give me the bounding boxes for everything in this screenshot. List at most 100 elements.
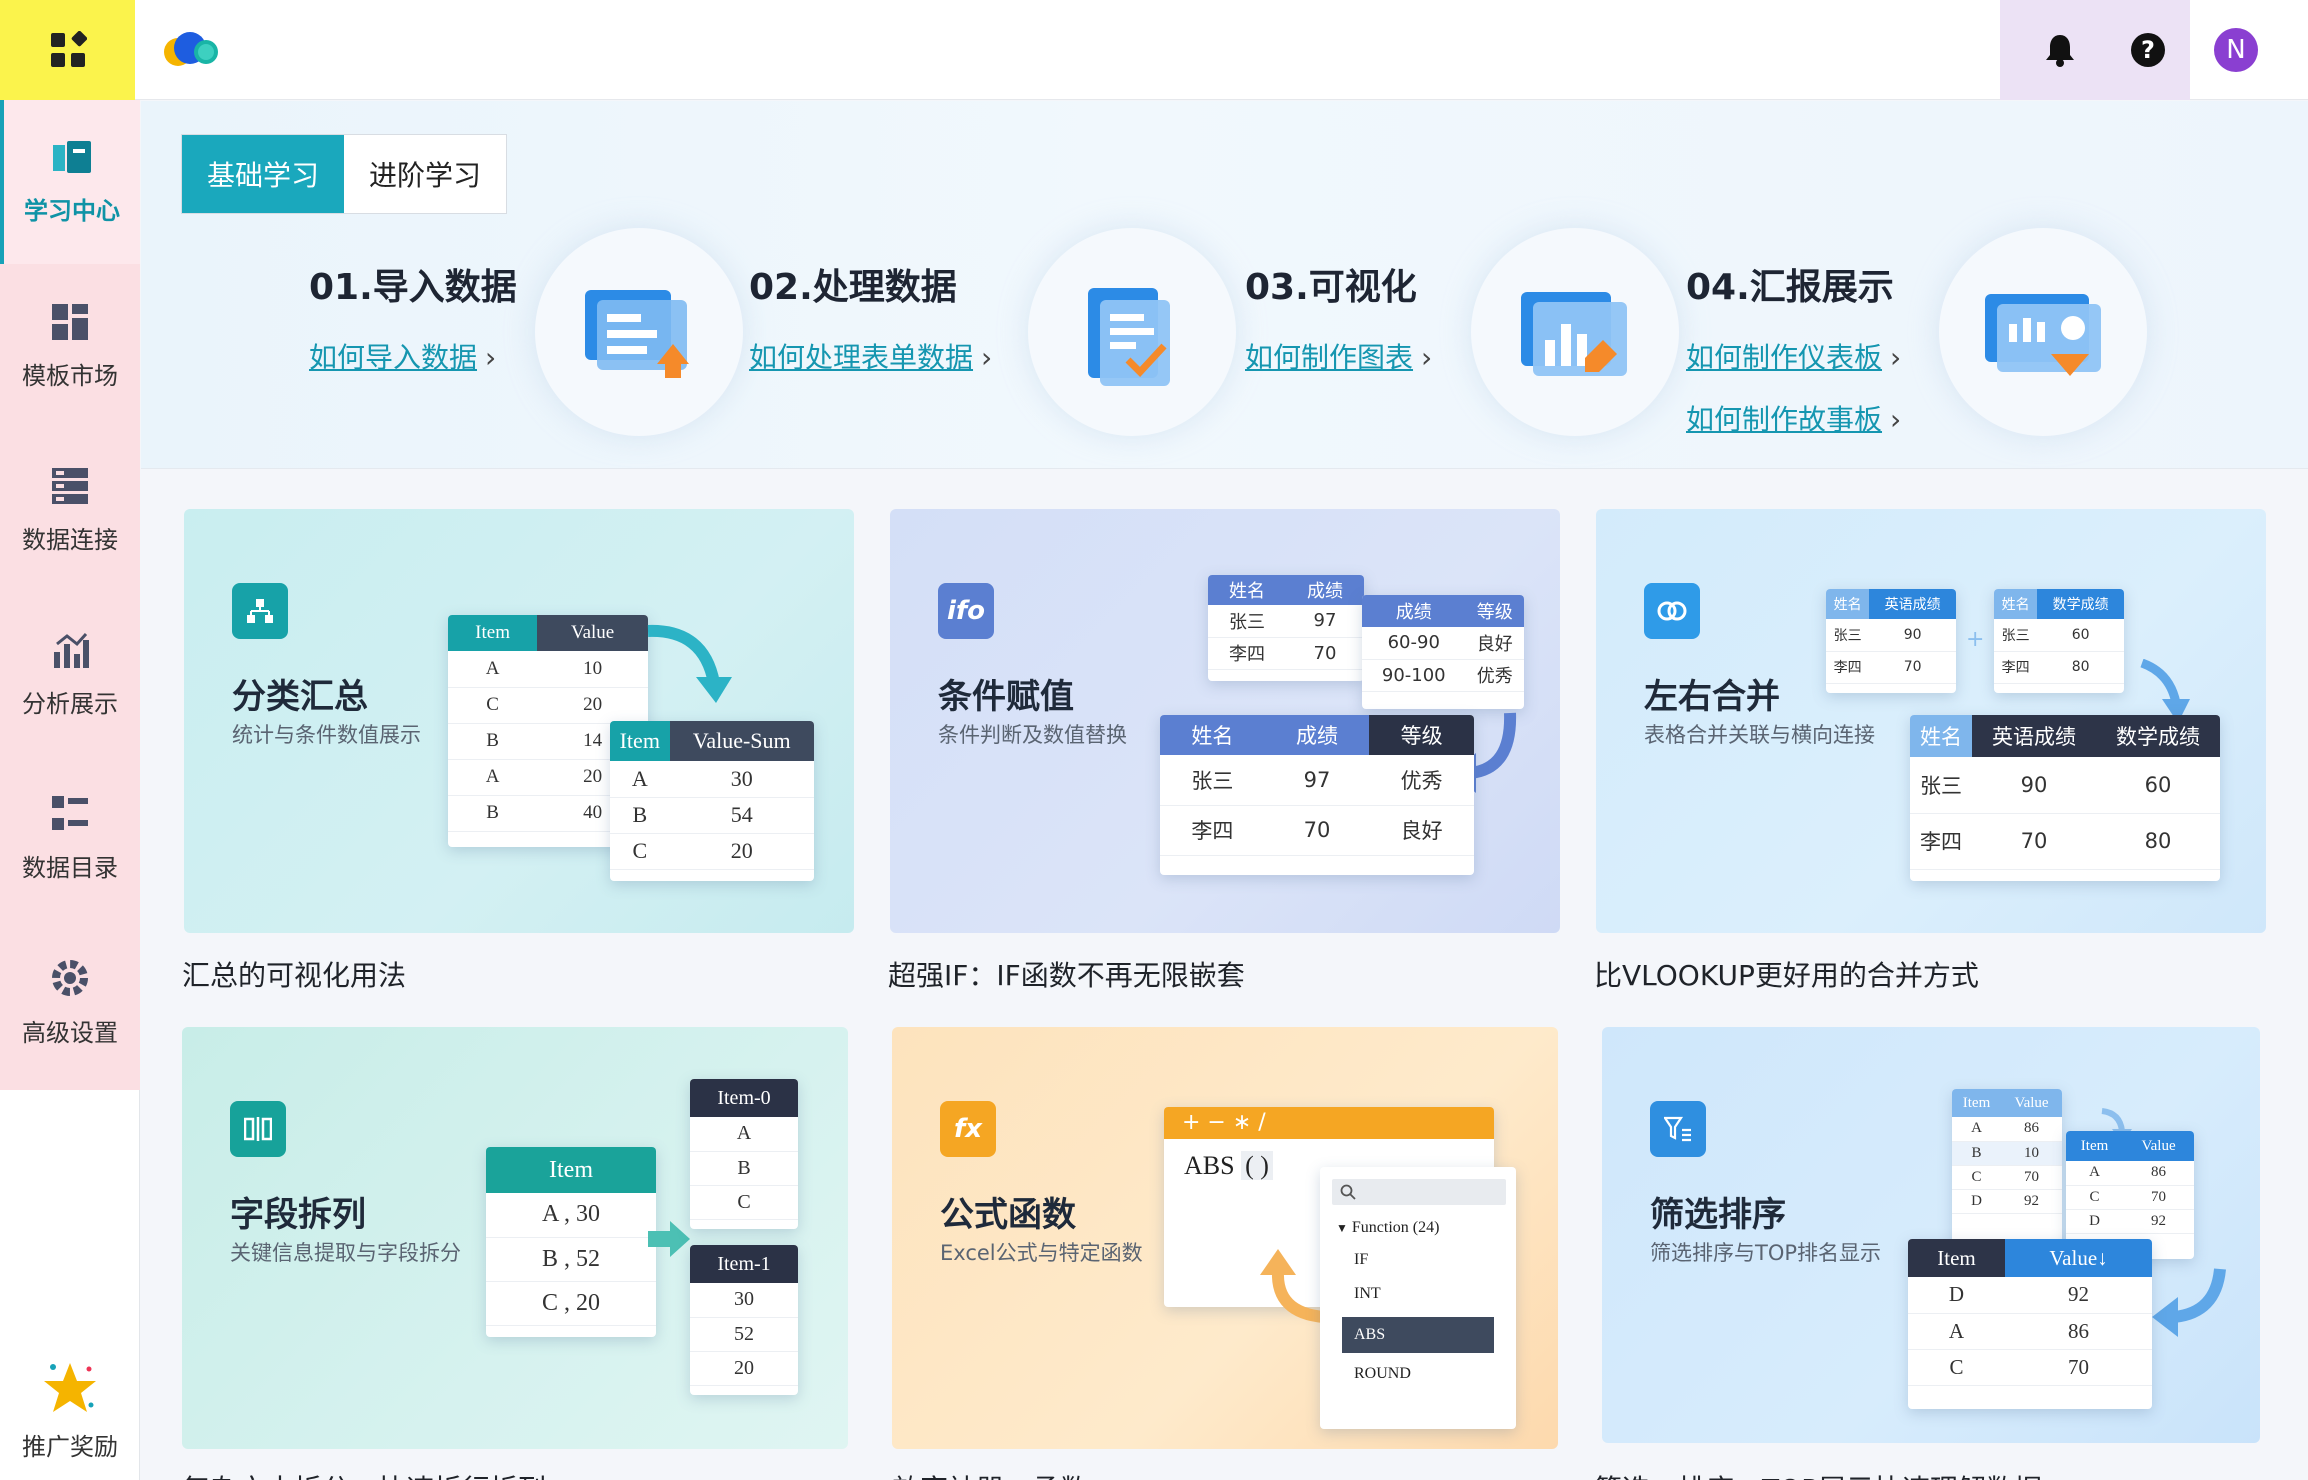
card-caption[interactable]: 复杂文本拆分，快速拆行拆列: [182, 1468, 546, 1480]
apps-grid-icon: [50, 31, 87, 67]
card-title: 公式函数: [940, 1195, 1076, 1235]
step-title: 03.可视化: [1245, 267, 1417, 308]
summary-table: Item Value-Sum A 30 B 54 C 20: [610, 721, 814, 881]
sidebar-item-template-market[interactable]: 模板市场: [0, 264, 140, 428]
sidebar-item-label: 推广奖励: [22, 1432, 118, 1461]
avatar[interactable]: N: [2214, 28, 2258, 72]
card-caption[interactable]: 汇总的可视化用法: [182, 954, 406, 994]
if-function-icon: ifo: [938, 583, 994, 639]
step-import-data: 01.导入数据 如何导入数据 ›: [309, 258, 517, 376]
apps-button[interactable]: [0, 0, 135, 100]
step-link[interactable]: 如何制作故事板 ›: [1686, 398, 1901, 438]
notification-button[interactable]: [2038, 28, 2082, 72]
function-item[interactable]: ROUND: [1320, 1353, 1516, 1383]
sidebar-item-analysis[interactable]: 分析展示: [0, 592, 140, 756]
merge-icon: [1644, 583, 1700, 639]
unsorted-table: Item Value A 86 B 10 C 70 D 92: [1952, 1089, 2062, 1249]
function-item[interactable]: INT: [1320, 1269, 1516, 1303]
step-link[interactable]: 如何制作图表 ›: [1245, 336, 1432, 376]
card-title: 字段拆列: [230, 1195, 366, 1235]
card-title: 筛选排序: [1650, 1195, 1786, 1235]
card-category-summary[interactable]: 分类汇总 统计与条件数值展示 Item Value A 10 C 20 B 14 A 20…: [184, 509, 854, 933]
sidebar-item-data-catalog[interactable]: 数据目录: [0, 756, 140, 920]
data-link-icon: [52, 467, 88, 504]
cloud-logo-icon[interactable]: [158, 28, 224, 72]
svg-text:?: ?: [2141, 36, 2155, 64]
operator-bar: + − ∗ /: [1164, 1107, 1494, 1139]
filter-sort-icon: [1650, 1101, 1706, 1157]
sidebar-item-promotion-reward[interactable]: 推广奖励: [0, 1340, 140, 1480]
merged-table: 姓名 英语成绩 数学成绩 张三 90 60 李四 70 80: [1910, 715, 2220, 881]
tab-advanced-learning[interactable]: 进阶学习: [344, 135, 506, 213]
step-title: 02.处理数据: [749, 267, 957, 308]
step-link[interactable]: 如何处理表单数据 ›: [749, 336, 992, 376]
english-score-table: 姓名 英语成绩 张三 90 李四 70: [1826, 589, 1956, 693]
import-illustration: [535, 228, 743, 436]
help-button[interactable]: ?: [2126, 28, 2170, 72]
split-table-0: Item-0 A B C: [690, 1079, 798, 1229]
chart-icon: [54, 632, 89, 668]
step-report: 04.汇报展示 如何制作仪表板 › 如何制作故事板 ›: [1686, 258, 1901, 438]
card-caption[interactable]: 效率神器：函数: [892, 1468, 1088, 1480]
function-search[interactable]: [1332, 1179, 1506, 1205]
chevron-right-icon: ›: [1421, 341, 1433, 374]
arrow-icon: [647, 624, 732, 703]
sidebar-item-label: 高级设置: [22, 1018, 118, 1047]
sidebar-item-advanced-settings[interactable]: 高级设置: [0, 920, 140, 1084]
sidebar-item-label: 数据目录: [22, 853, 118, 882]
chevron-right-icon: ›: [1890, 341, 1902, 374]
arrow-icon: [2152, 1268, 2226, 1337]
report-illustration: [1939, 228, 2147, 436]
step-visualize: 03.可视化 如何制作图表 ›: [1245, 258, 1432, 376]
card-conditional-assign[interactable]: ifo 条件赋值 条件判断及数值替换 姓名 成绩 张三 97 李四 70 成绩 等级 6…: [890, 509, 1560, 933]
sidebar-item-learning-center[interactable]: 学习中心: [0, 100, 140, 264]
gear-icon: [52, 959, 88, 996]
card-caption[interactable]: 筛选、排序，TOP展示快速理解数据: [1594, 1468, 2042, 1480]
function-item[interactable]: IF: [1320, 1237, 1516, 1269]
card-title: 分类汇总: [232, 677, 368, 717]
card-subtitle: 条件判断及数值替换: [938, 723, 1127, 747]
card-subtitle: 统计与条件数值展示: [232, 723, 421, 747]
process-illustration: [1028, 228, 1236, 436]
card-subtitle: 表格合并关联与横向连接: [1644, 723, 1875, 747]
card-filter-sort[interactable]: 筛选排序 筛选排序与TOP排名显示 Item Value A 86 B 10 C 70 …: [1602, 1027, 2260, 1443]
card-caption[interactable]: 超强IF：IF函数不再无限嵌套: [888, 954, 1245, 994]
source-field-table: Item A , 30 B , 52 C , 20: [486, 1147, 656, 1337]
card-title: 条件赋值: [938, 677, 1074, 717]
function-item-selected[interactable]: ABS: [1342, 1317, 1494, 1353]
hierarchy-icon: [232, 583, 288, 639]
step-link[interactable]: 如何制作仪表板 ›: [1686, 336, 1901, 376]
step-title: 04.汇报展示: [1686, 267, 1894, 308]
book-icon: [53, 140, 91, 173]
sidebar-item-label: 分析展示: [22, 689, 118, 718]
search-icon: [1340, 1184, 1356, 1200]
step-process-data: 02.处理数据 如何处理表单数据 ›: [749, 258, 992, 376]
help-icon: ?: [2131, 33, 2165, 67]
chevron-right-icon: ›: [1890, 403, 1902, 436]
tab-basic-learning[interactable]: 基础学习: [182, 135, 344, 213]
sidebar-item-label: 数据连接: [22, 525, 118, 554]
step-link[interactable]: 如何导入数据 ›: [309, 336, 517, 376]
card-subtitle: 关键信息提取与字段拆分: [230, 1241, 461, 1265]
plus-icon: +: [1966, 627, 1985, 652]
card-subtitle: Excel公式与特定函数: [940, 1241, 1143, 1265]
grade-rule-table: 成绩 等级 60-90 良好 90-100 优秀: [1362, 595, 1524, 709]
bell-icon: [2046, 35, 2074, 67]
function-group[interactable]: ▼ Function (24): [1320, 1211, 1516, 1237]
sidebar-item-data-connection[interactable]: 数据连接: [0, 428, 140, 592]
card-formula-function[interactable]: fx 公式函数 Excel公式与特定函数 + − ∗ / ABS ( ) ▼ F…: [892, 1027, 1558, 1449]
visualize-illustration: [1471, 228, 1679, 436]
sorted-table: Item Value↓ D 92 A 86 C 70: [1908, 1239, 2152, 1409]
card-field-split[interactable]: 字段拆列 关键信息提取与字段拆分 Item A , 30 B , 52 C , …: [182, 1027, 848, 1449]
result-table: 姓名 成绩 等级 张三 97 优秀 李四 70 良好: [1160, 715, 1474, 875]
card-title: 左右合并: [1644, 677, 1780, 717]
top-bar: ? N: [0, 0, 2308, 100]
header-actions: ?: [2000, 0, 2190, 100]
card-left-right-merge[interactable]: 左右合并 表格合并关联与横向连接 姓名 英语成绩 张三 90 李四 70 + 姓名 数学…: [1596, 509, 2266, 933]
card-subtitle: 筛选排序与TOP排名显示: [1650, 1241, 1882, 1265]
step-title: 01.导入数据: [309, 267, 517, 308]
template-icon: [52, 303, 88, 340]
card-caption[interactable]: 比VLOOKUP更好用的合并方式: [1594, 954, 1979, 994]
chevron-right-icon: ›: [485, 341, 497, 374]
sidebar-item-label: 学习中心: [24, 196, 120, 225]
